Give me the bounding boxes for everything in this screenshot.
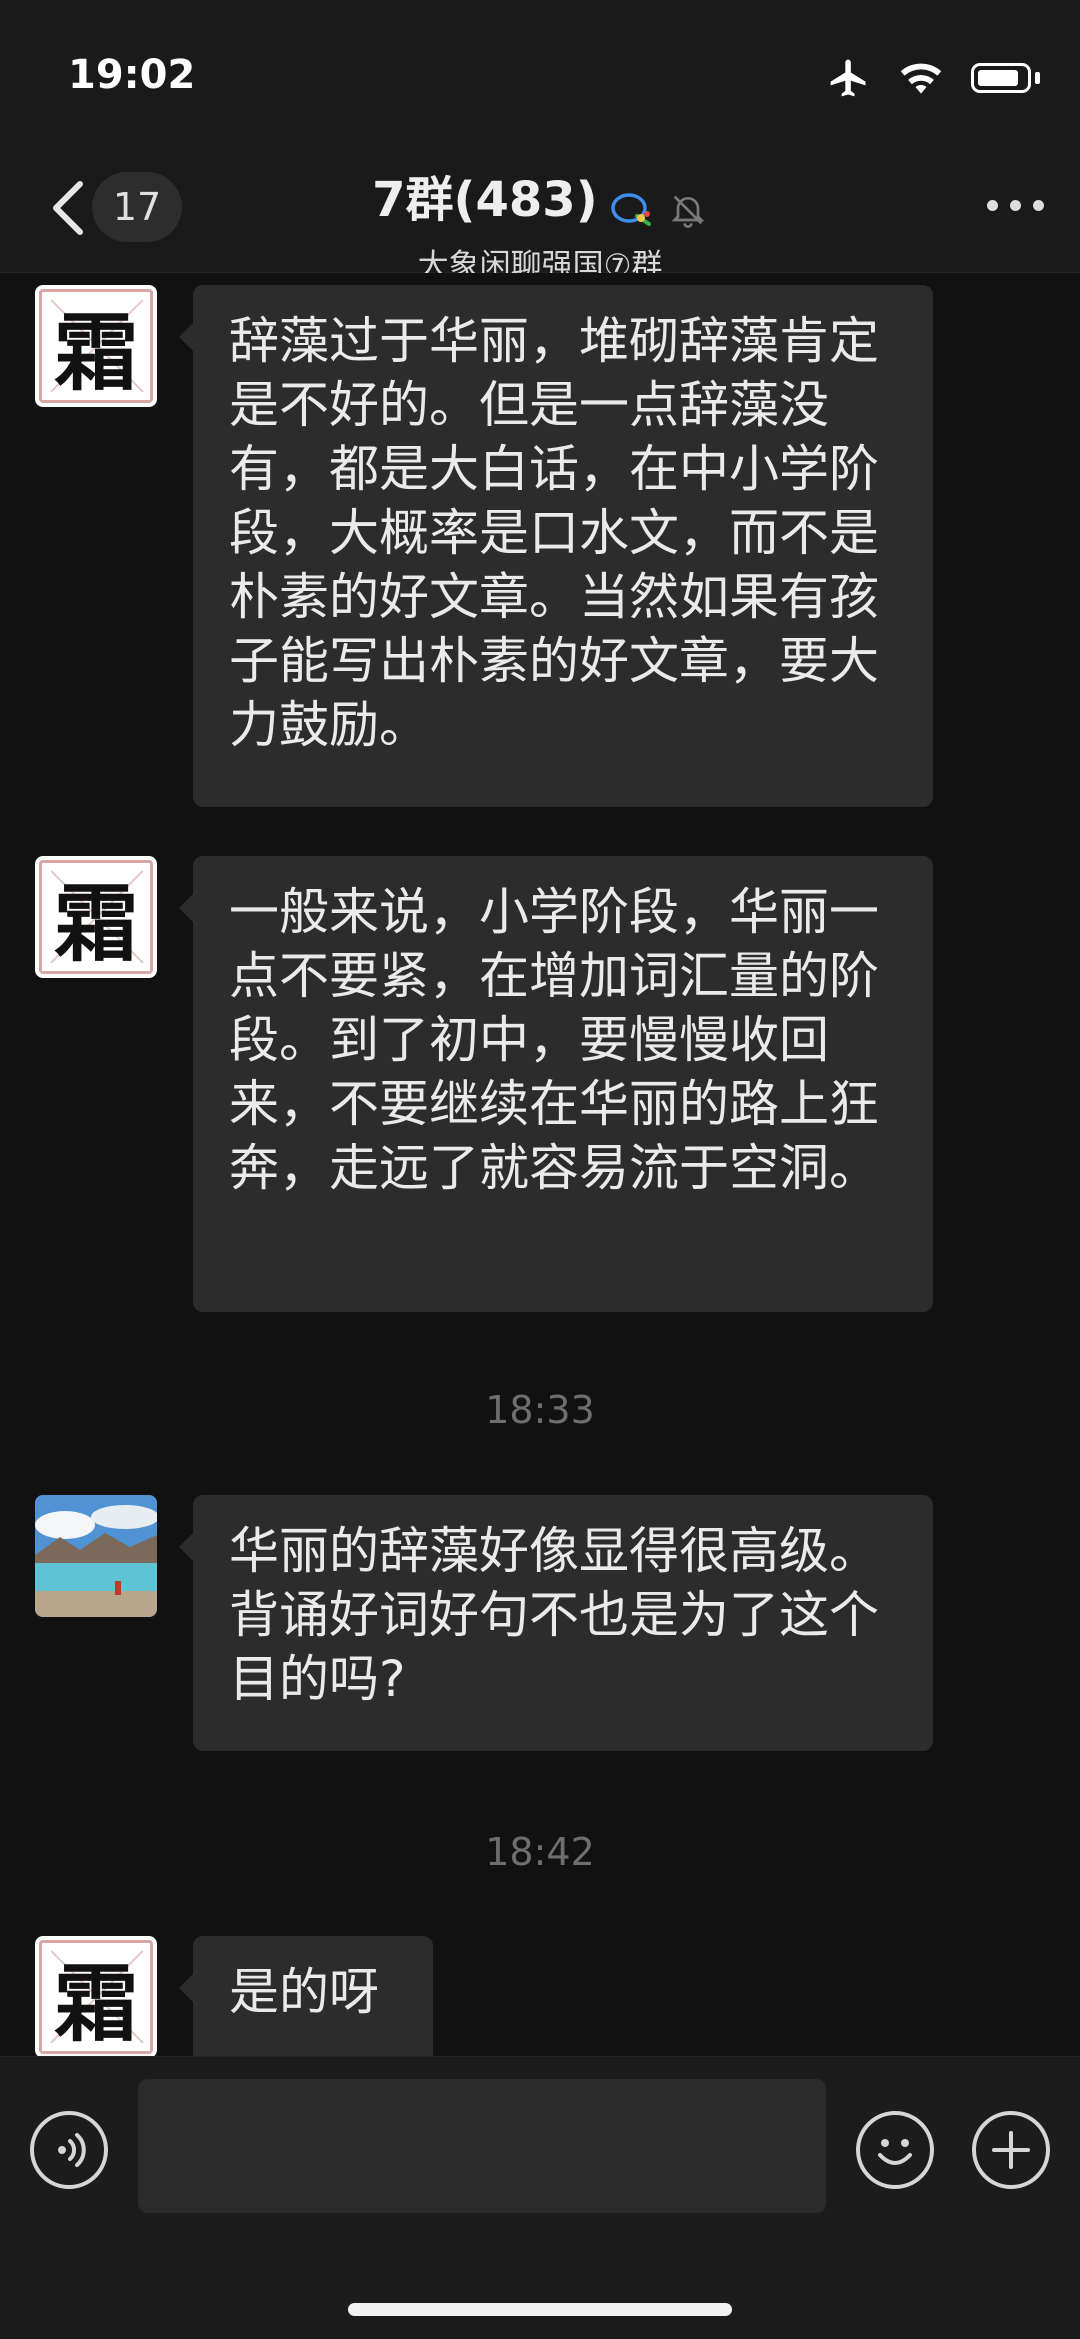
emoji-icon[interactable] xyxy=(856,2111,934,2189)
title-icons xyxy=(609,190,708,234)
message-list[interactable]: 霜 辞藻过于华丽，堆砌辞藻肯定是不好的。但是一点辞藻没有，都是大白话，在中小学阶… xyxy=(0,273,1080,2056)
group-chat-icon xyxy=(610,192,651,226)
landscape-photo xyxy=(35,1495,157,1617)
home-indicator[interactable] xyxy=(348,2303,732,2316)
avatar[interactable]: 霜 xyxy=(35,1936,157,2056)
timestamp: 18:42 xyxy=(485,1830,595,1874)
status-time: 19:02 xyxy=(68,52,196,98)
battery-icon xyxy=(971,63,1040,93)
message-bubble[interactable]: 是的呀 xyxy=(179,1936,433,2056)
chat-title: 7群(483) xyxy=(372,172,598,228)
avatar[interactable]: 霜 xyxy=(35,856,157,978)
message-bubble[interactable]: 一般来说，小学阶段，华丽一点不要紧，在增加词汇量的阶段。到了初中，要慢慢收回来，… xyxy=(179,856,933,1312)
avatar[interactable]: 霜 xyxy=(35,285,157,407)
message-bubble[interactable]: 华丽的辞藻好像显得很高级。背诵好词好句不也是为了这个目的吗? xyxy=(179,1495,933,1751)
status-icons xyxy=(827,56,1040,100)
voice-icon[interactable] xyxy=(30,2111,108,2189)
airplane-icon xyxy=(830,59,866,97)
mute-bell-icon xyxy=(671,195,705,228)
avatar[interactable] xyxy=(35,1495,157,1617)
message-input[interactable] xyxy=(138,2079,826,2213)
chat-title-block[interactable]: 7群(483) 大象闲聊强国⑦群 xyxy=(0,160,1080,285)
plus-icon[interactable] xyxy=(972,2111,1050,2189)
chat-header: 17 7群(483) 大象闲聊强国⑦群 xyxy=(0,150,1080,284)
more-icon[interactable] xyxy=(987,200,1044,211)
timestamp: 18:33 xyxy=(485,1388,595,1432)
input-bar xyxy=(0,2056,1080,2339)
message-bubble[interactable]: 辞藻过于华丽，堆砌辞藻肯定是不好的。但是一点辞藻没有，都是大白话，在中小学阶段，… xyxy=(179,285,933,807)
status-bar: 19:02 xyxy=(0,0,1080,150)
wifi-icon xyxy=(900,63,942,94)
